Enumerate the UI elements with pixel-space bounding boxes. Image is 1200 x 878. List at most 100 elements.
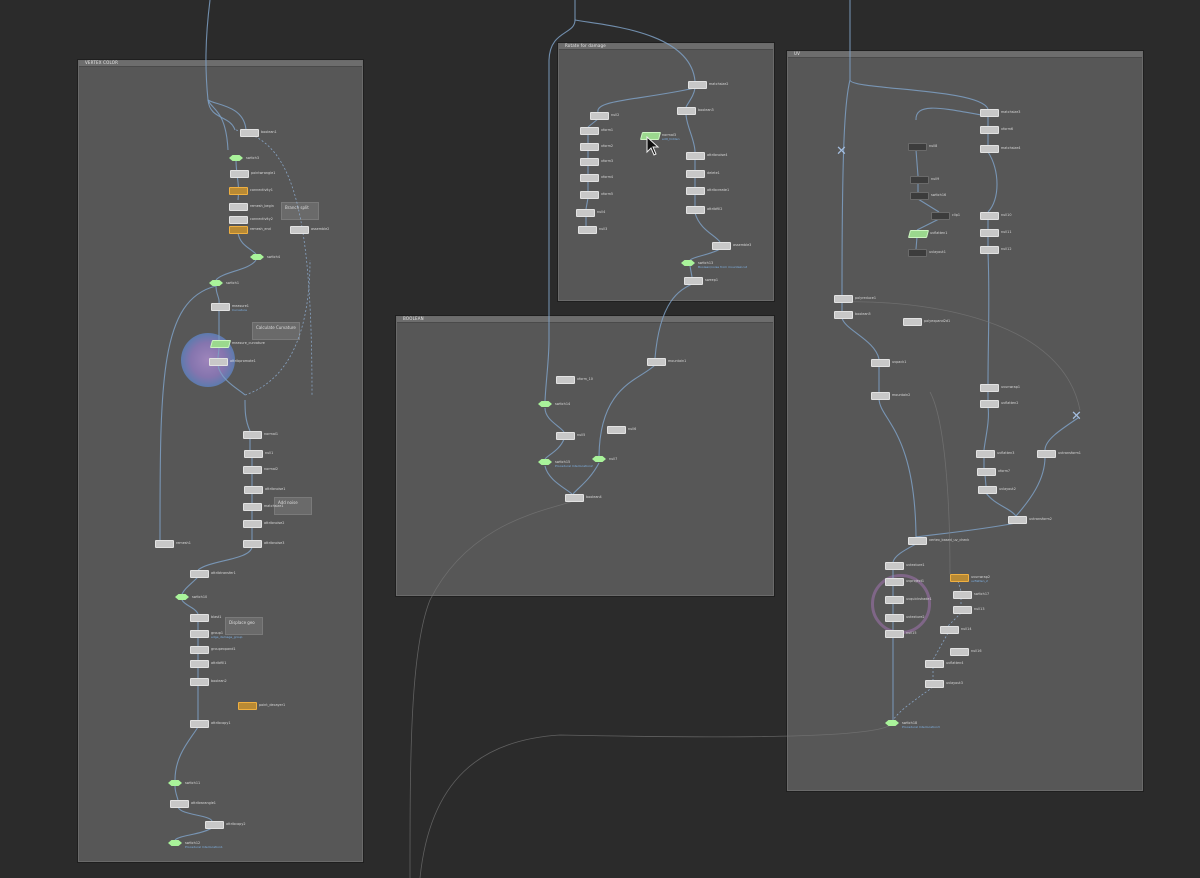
sop-node[interactable] <box>229 226 248 234</box>
sop-node[interactable] <box>243 503 262 511</box>
network-box-vertex-color[interactable]: VERTEX COLOR <box>78 60 363 862</box>
sop-node[interactable] <box>590 112 609 120</box>
sop-node[interactable] <box>885 630 904 638</box>
sop-node[interactable] <box>607 426 626 434</box>
network-box-header[interactable]: UV <box>788 51 1142 58</box>
sop-node[interactable] <box>209 358 228 366</box>
sop-node[interactable] <box>950 648 969 656</box>
sop-node[interactable] <box>170 800 189 808</box>
sop-node[interactable] <box>580 158 599 166</box>
network-box-header[interactable]: VERTEX COLOR <box>79 60 362 67</box>
sop-node[interactable] <box>871 392 890 400</box>
sop-node[interactable] <box>940 626 959 634</box>
sop-node[interactable] <box>290 226 309 234</box>
sop-node[interactable] <box>885 596 904 604</box>
sop-node[interactable] <box>576 209 595 217</box>
sop-node[interactable] <box>190 646 209 654</box>
sop-node[interactable] <box>976 450 995 458</box>
sop-node[interactable] <box>686 187 705 195</box>
sop-node[interactable] <box>688 81 707 89</box>
sop-node[interactable] <box>190 570 209 578</box>
sop-node[interactable] <box>978 486 997 494</box>
sop-node[interactable] <box>686 152 705 160</box>
sop-node[interactable] <box>834 295 853 303</box>
sop-node[interactable] <box>980 400 999 408</box>
sop-node[interactable] <box>953 606 972 614</box>
sop-node[interactable] <box>155 540 174 548</box>
sop-node[interactable] <box>243 431 262 439</box>
sop-node[interactable] <box>980 229 999 237</box>
network-box-rotate-for-damage[interactable]: Rotate for damage <box>558 43 774 301</box>
sop-node[interactable] <box>908 143 927 151</box>
sop-node[interactable] <box>243 466 262 474</box>
sop-node[interactable] <box>712 242 731 250</box>
sop-node[interactable] <box>190 660 209 668</box>
sop-node[interactable] <box>931 212 950 220</box>
network-box-header[interactable]: BOOLEAN <box>397 316 773 323</box>
sop-node[interactable] <box>953 591 972 599</box>
sop-node[interactable] <box>950 574 969 582</box>
sop-node[interactable] <box>885 578 904 586</box>
sop-node[interactable] <box>686 170 705 178</box>
sop-node[interactable] <box>190 614 209 622</box>
network-box-boolean[interactable]: BOOLEAN <box>396 316 774 596</box>
sop-node[interactable] <box>907 230 930 238</box>
sop-node[interactable] <box>980 109 999 117</box>
sop-node[interactable] <box>910 176 929 184</box>
sop-node[interactable] <box>580 127 599 135</box>
sop-node[interactable] <box>556 376 575 384</box>
network-editor-canvas[interactable]: VERTEX COLOR Rotate for damage BOOLEAN U… <box>0 0 1200 878</box>
sop-node[interactable] <box>240 129 259 137</box>
sop-node[interactable] <box>903 318 922 326</box>
sop-node[interactable] <box>925 680 944 688</box>
sop-node[interactable] <box>1008 516 1027 524</box>
network-box-header[interactable]: Rotate for damage <box>559 43 773 50</box>
sop-node[interactable] <box>677 107 696 115</box>
merge-x-icon[interactable]: ✕ <box>836 145 847 158</box>
sticky-note[interactable]: Branch split <box>281 202 319 220</box>
sop-node[interactable] <box>244 486 263 494</box>
sop-node[interactable] <box>229 216 248 224</box>
sop-node[interactable] <box>190 630 209 638</box>
sop-node[interactable] <box>647 358 666 366</box>
sop-node[interactable] <box>243 520 262 528</box>
sop-node[interactable] <box>244 450 263 458</box>
network-box-uv[interactable]: UV <box>787 51 1143 791</box>
sop-node[interactable] <box>910 192 929 200</box>
sop-node[interactable] <box>205 821 224 829</box>
sop-node[interactable] <box>190 720 209 728</box>
sop-node[interactable] <box>238 702 257 710</box>
sop-node[interactable] <box>190 678 209 686</box>
sop-node[interactable] <box>1037 450 1056 458</box>
sticky-note[interactable]: Calculate Curvature <box>252 322 300 340</box>
sop-node[interactable] <box>885 614 904 622</box>
sop-node[interactable] <box>556 432 575 440</box>
sop-node[interactable] <box>834 311 853 319</box>
sop-node[interactable] <box>229 187 248 195</box>
sop-node[interactable] <box>565 494 584 502</box>
sop-node[interactable] <box>980 246 999 254</box>
sop-node[interactable] <box>578 226 597 234</box>
sop-node[interactable] <box>925 660 944 668</box>
sop-node[interactable] <box>871 359 890 367</box>
sop-node[interactable] <box>980 212 999 220</box>
sop-node[interactable] <box>230 170 249 178</box>
sop-node[interactable] <box>209 340 232 348</box>
sop-node[interactable] <box>229 203 248 211</box>
sop-node[interactable] <box>885 562 904 570</box>
sop-node[interactable] <box>686 206 705 214</box>
sop-node[interactable] <box>908 537 927 545</box>
sop-node[interactable] <box>211 303 230 311</box>
sop-node[interactable] <box>980 126 999 134</box>
sop-node[interactable] <box>684 277 703 285</box>
sop-node[interactable] <box>908 249 927 257</box>
sop-node[interactable] <box>980 145 999 153</box>
sop-node[interactable] <box>580 174 599 182</box>
sop-node[interactable] <box>977 468 996 476</box>
sop-node[interactable] <box>580 191 599 199</box>
merge-x-icon[interactable]: ✕ <box>1071 410 1082 423</box>
sop-node[interactable] <box>580 143 599 151</box>
sop-node[interactable] <box>243 540 262 548</box>
sticky-note[interactable]: Displace geo <box>225 617 263 635</box>
sop-node[interactable] <box>980 384 999 392</box>
